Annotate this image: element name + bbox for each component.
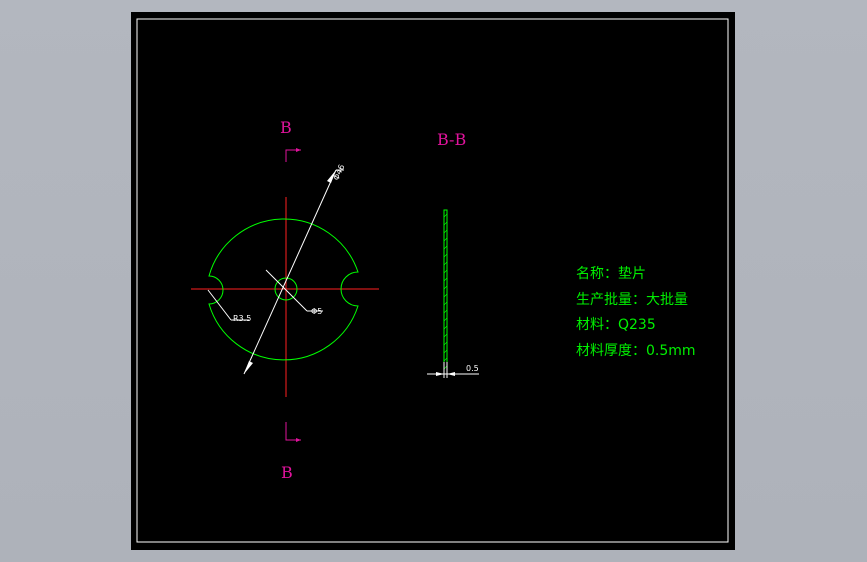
section-arrow-bottom (285, 422, 301, 441)
outer-diameter-dimension-line (243, 169, 337, 375)
production-batch-note: 生产批量：大批量 (576, 292, 688, 308)
arrowhead (296, 148, 301, 152)
section-letter-top: B (280, 118, 292, 137)
notch-radius-leader (207, 289, 232, 321)
section-plate-outline (443, 209, 448, 375)
arrowhead (447, 372, 455, 376)
arrowhead (436, 372, 444, 376)
section-view-title: B-B (437, 130, 466, 149)
material-note: 材料：Q235 (576, 317, 656, 333)
hole-diameter-label: Φ5 (311, 307, 322, 316)
material-thickness-note: 材料厚度：0.5mm (576, 343, 696, 359)
thickness-label: 0.5 (466, 364, 479, 373)
arrowhead (244, 361, 253, 374)
part-name-note: 名称：垫片 (576, 266, 646, 282)
section-letter-bottom: B (281, 463, 293, 482)
drawing-sheet: Φ46 Φ5 R3.5 B B B-B 0.5 名称：垫片 生产批量：大批量 材… (131, 12, 735, 550)
notch-radius-label: R3.5 (233, 314, 251, 323)
outer-diameter-label: Φ46 (332, 163, 347, 182)
section-arrow-top (285, 149, 301, 162)
arrowhead (296, 438, 301, 442)
cad-drawing: Φ46 Φ5 R3.5 B B B-B 0.5 名称：垫片 生产批量：大批量 材… (136, 18, 729, 543)
